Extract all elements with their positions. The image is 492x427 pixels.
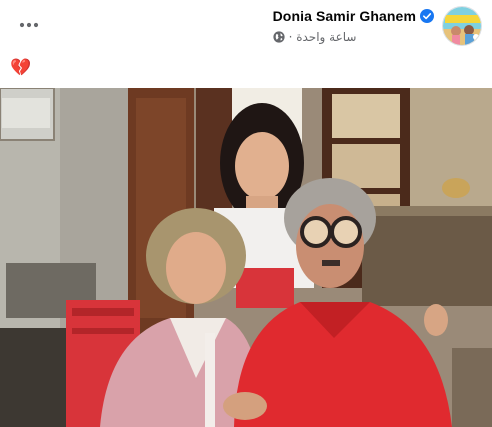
more-options-button[interactable] (14, 14, 44, 36)
avatar-image (443, 7, 481, 45)
globe-icon (272, 31, 285, 43)
post-caption: 💔 (10, 58, 32, 77)
photo-image (0, 88, 492, 427)
author-info: Donia Samir Ghanem ساعة واحدة · (273, 8, 434, 44)
verified-badge-icon (420, 9, 434, 23)
post-photo[interactable] (0, 88, 492, 427)
author-name-link[interactable]: Donia Samir Ghanem (273, 8, 416, 24)
author-avatar[interactable] (442, 6, 482, 46)
more-dots-icon (19, 22, 39, 28)
feed-post: Donia Samir Ghanem ساعة واحدة · 💔 (0, 0, 492, 427)
post-header: Donia Samir Ghanem ساعة واحدة · (0, 0, 492, 58)
post-timestamp[interactable]: ساعة واحدة · (289, 30, 357, 44)
